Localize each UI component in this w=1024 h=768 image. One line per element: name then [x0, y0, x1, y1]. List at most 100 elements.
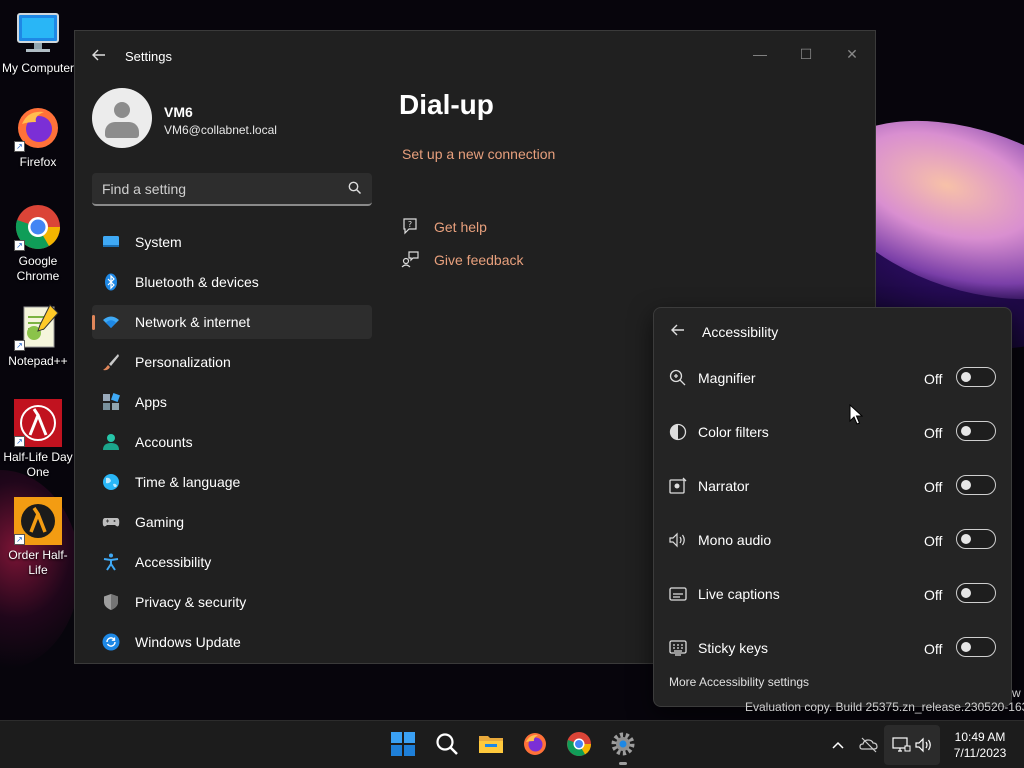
profile-email: VM6@collabnet.local	[164, 123, 277, 137]
item-label: Mono audio	[698, 532, 772, 548]
profile-name: VM6	[164, 104, 193, 120]
chevron-up-icon[interactable]	[828, 735, 848, 755]
shortcut-arrow-icon: ↗	[14, 340, 25, 351]
search-icon[interactable]	[348, 181, 362, 195]
sidebar-item-label: Apps	[135, 394, 167, 410]
desktop-icon-half-life[interactable]: ↗ Half-Life Day One	[0, 399, 76, 480]
get-help-link[interactable]: Get help	[434, 219, 487, 235]
chrome-icon[interactable]	[566, 731, 592, 757]
sticky-keys-icon	[669, 639, 687, 657]
magnifier-toggle[interactable]	[956, 367, 996, 387]
accessibility-item-mono-audio[interactable]: Mono audio Off	[654, 520, 1011, 560]
bluetooth-icon	[102, 273, 120, 291]
desktop-icon-my-computer[interactable]: My Computer	[0, 10, 76, 76]
shortcut-arrow-icon: ↗	[14, 534, 25, 545]
give-feedback-link[interactable]: Give feedback	[434, 252, 524, 268]
desktop-icon-label: Half-Life Day One	[3, 450, 73, 479]
avatar-body	[105, 122, 139, 138]
desktop-icon-firefox[interactable]: ↗ Firefox	[0, 104, 76, 170]
sidebar-item-network[interactable]: Network & internet	[92, 305, 372, 339]
avatar-head	[114, 102, 130, 118]
sidebar-item-accessibility[interactable]: Accessibility	[92, 545, 372, 579]
title-bar: Settings — ☐ ✕	[75, 31, 875, 81]
clock-time: 10:49 AM	[954, 730, 1006, 744]
sidebar-item-personalization[interactable]: Personalization	[92, 345, 372, 379]
accessibility-icon	[102, 553, 120, 571]
sidebar-item-bluetooth[interactable]: Bluetooth & devices	[92, 265, 372, 299]
desktop-icon-chrome[interactable]: ↗ Google Chrome	[0, 203, 76, 284]
back-arrow-icon[interactable]	[91, 47, 109, 65]
network-icon[interactable]	[891, 735, 911, 755]
mouse-cursor-icon	[849, 403, 864, 426]
active-app-indicator	[619, 762, 627, 765]
feedback-icon	[401, 250, 419, 268]
accounts-icon	[102, 433, 120, 451]
update-icon	[102, 633, 120, 651]
accessibility-item-sticky-keys[interactable]: Sticky keys Off	[654, 628, 1011, 668]
sidebar-item-gaming[interactable]: Gaming	[92, 505, 372, 539]
brush-icon	[102, 353, 120, 371]
volume-icon[interactable]	[914, 735, 934, 755]
chrome-icon: ↗	[14, 203, 62, 251]
sidebar-item-time-language[interactable]: Time & language	[92, 465, 372, 499]
desktop-icon-notepadpp[interactable]: ↗ Notepad++	[0, 303, 76, 369]
sidebar-nav: System Bluetooth & devices Network & int…	[92, 225, 372, 665]
start-icon[interactable]	[390, 731, 416, 757]
mono-audio-toggle[interactable]	[956, 529, 996, 549]
item-state: Off	[924, 533, 943, 549]
half-life-icon: ↗	[14, 399, 62, 447]
item-state: Off	[924, 641, 943, 657]
search-icon[interactable]	[434, 731, 460, 757]
sidebar-item-accounts[interactable]: Accounts	[92, 425, 372, 459]
monitor-icon	[14, 10, 62, 58]
apps-icon	[102, 393, 120, 411]
desktop-icon-label: Google Chrome	[16, 254, 60, 283]
toggle-knob	[961, 426, 971, 436]
search-input[interactable]	[92, 173, 332, 204]
system-icon	[102, 233, 120, 251]
live-captions-icon	[669, 585, 687, 603]
settings-icon[interactable]	[610, 731, 636, 757]
file-explorer-icon[interactable]	[478, 731, 504, 757]
page-title: Dial-up	[399, 89, 494, 120]
minimize-button[interactable]: —	[737, 39, 783, 69]
sidebar-item-label: Network & internet	[135, 314, 251, 330]
taskbar-clock[interactable]: 10:49 AM 7/11/2023	[945, 729, 1015, 761]
clock-date: 7/11/2023	[953, 746, 1007, 760]
avatar[interactable]	[92, 88, 152, 148]
globe-icon	[102, 473, 120, 491]
accessibility-item-magnifier[interactable]: Magnifier Off	[654, 358, 1011, 398]
accessibility-item-color-filters[interactable]: Color filters Off	[654, 412, 1011, 452]
gamepad-icon	[102, 513, 120, 531]
back-arrow-icon[interactable]	[670, 322, 686, 338]
shortcut-arrow-icon: ↗	[14, 436, 25, 447]
live-captions-toggle[interactable]	[956, 583, 996, 603]
setup-connection-link[interactable]: Set up a new connection	[402, 146, 555, 162]
color-filters-toggle[interactable]	[956, 421, 996, 441]
narrator-toggle[interactable]	[956, 475, 996, 495]
sidebar-item-privacy[interactable]: Privacy & security	[92, 585, 372, 619]
search-box[interactable]	[92, 173, 372, 206]
shortcut-arrow-icon: ↗	[14, 240, 25, 251]
item-label: Magnifier	[698, 370, 756, 386]
maximize-button[interactable]: ☐	[783, 39, 829, 69]
close-button[interactable]: ✕	[829, 39, 875, 69]
item-state: Off	[924, 587, 943, 603]
desktop-icon-order-half-life[interactable]: ↗ Order Half-Life	[0, 497, 76, 578]
sidebar-item-label: Accounts	[135, 434, 193, 450]
sticky-keys-toggle[interactable]	[956, 637, 996, 657]
sidebar-item-system[interactable]: System	[92, 225, 372, 259]
sidebar-item-windows-update[interactable]: Windows Update	[92, 625, 372, 659]
half-life-order-icon: ↗	[14, 497, 62, 545]
taskbar: 10:49 AM 7/11/2023	[0, 720, 1024, 768]
desktop-icon-label: My Computer	[1, 61, 75, 75]
accessibility-item-live-captions[interactable]: Live captions Off	[654, 574, 1011, 614]
item-label: Live captions	[698, 586, 780, 602]
onedrive-offline-icon[interactable]	[859, 735, 879, 755]
narrator-icon	[669, 477, 687, 495]
firefox-icon[interactable]	[522, 731, 548, 757]
item-label: Sticky keys	[698, 640, 769, 656]
more-accessibility-settings-link[interactable]: More Accessibility settings	[669, 675, 809, 689]
accessibility-item-narrator[interactable]: Narrator Off	[654, 466, 1011, 506]
sidebar-item-apps[interactable]: Apps	[92, 385, 372, 419]
